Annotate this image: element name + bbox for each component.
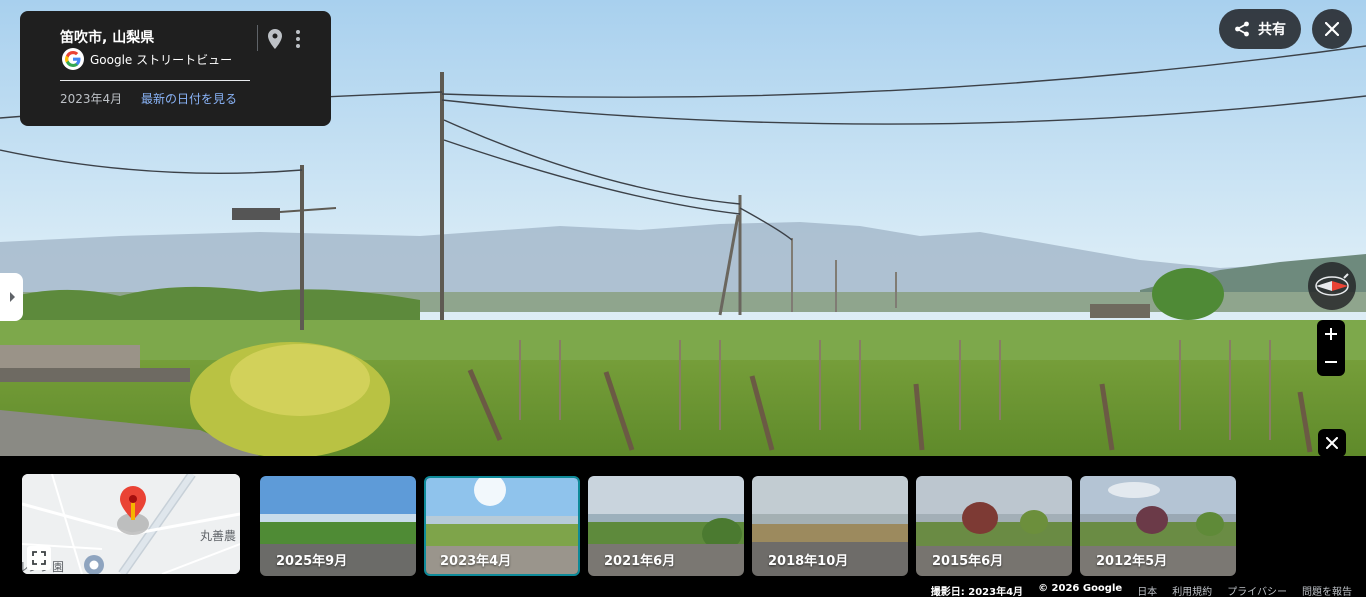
share-button[interactable]: 共有 [1219,9,1301,49]
fullscreen-icon [32,551,46,565]
share-label: 共有 [1258,22,1286,38]
timeline-thumb-2012-05[interactable]: 2012年5月 [1080,476,1236,576]
product-name: Google ストリートビュー [90,52,233,67]
footer-copyright: © 2026 Google [1038,583,1123,594]
timeline-thumb-label: 2025年9月 [276,554,348,569]
compass-icon [1315,273,1349,296]
footer-report-link[interactable]: 問題を報告 [1302,583,1352,597]
footer-capture-date: 撮影日: 2023年4月 [930,587,1024,597]
see-latest-date-link[interactable]: 最新の日付を見る [141,90,237,107]
timeline-thumb-label: 2015年6月 [932,554,1004,569]
map-fullscreen-button[interactable] [27,546,51,570]
card-separator [60,80,250,81]
timeline-thumb-label: 2023年4月 [440,554,512,569]
zoom-out-button[interactable] [1317,348,1345,376]
map-place-label: 丸善農 [200,529,237,543]
expand-side-panel-button[interactable] [0,273,23,321]
mini-map[interactable]: 丸善農 ルシン園 [22,474,240,574]
card-divider [257,25,258,51]
timeline-thumb-label: 2018年10月 [768,554,849,569]
timeline-thumb-2025-09[interactable]: 2025年9月 [260,476,416,576]
footer-terms-link[interactable]: 利用規約 [1172,583,1212,597]
more-options-button[interactable] [288,27,308,51]
timeline-strip: 丸善農 ルシン園 2025年9月 2023年4月 [0,456,1366,597]
zoom-in-button[interactable] [1317,320,1345,348]
close-street-view-button[interactable] [1312,9,1352,49]
timeline-thumb-label: 2012年5月 [1096,554,1168,569]
footer-privacy-link[interactable]: プライバシー [1227,583,1287,597]
timeline-thumb-2021-06[interactable]: 2021年6月 [588,476,744,576]
compass-button[interactable] [1308,262,1356,310]
timeline-thumb-2018-10[interactable]: 2018年10月 [752,476,908,576]
google-logo [62,48,84,70]
location-pin-button[interactable] [264,27,286,51]
timeline-thumb-label: 2021年6月 [604,554,676,569]
location-pin-icon [268,29,282,49]
footer-region-link[interactable]: 日本 [1137,583,1157,597]
chevron-right-icon [9,292,15,302]
place-title: 笛吹市, 山梨県 [60,30,155,46]
map-pin-icon [120,486,146,520]
minus-icon [1325,361,1337,363]
location-info-card: 笛吹市, 山梨県 Google ストリートビュー 2023年4月 最新の日付を見… [20,11,331,126]
more-vert-icon [296,30,300,48]
timeline-thumb-2015-06[interactable]: 2015年6月 [916,476,1072,576]
location-dot-icon [84,555,104,574]
product-row: Google ストリートビュー [62,48,232,70]
hide-timeline-button[interactable] [1318,429,1346,457]
attribution-footer: 撮影日: 2023年4月 © 2026 Google 日本 利用規約 プライバシ… [931,583,1352,597]
capture-date: 2023年4月 [60,92,123,106]
share-icon [1235,21,1249,37]
close-icon [1326,437,1338,449]
close-icon [1325,22,1339,36]
timeline-thumb-2023-04[interactable]: 2023年4月 [424,476,580,576]
plus-icon [1325,328,1337,340]
